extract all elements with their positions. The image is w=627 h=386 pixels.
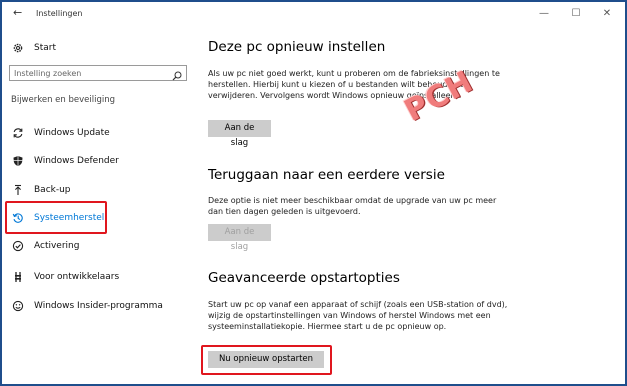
sidebar-item-label: Voor ontwikkelaars [34,272,120,282]
check-circle-icon [11,239,25,253]
back-arrow-icon[interactable]: ← [13,6,22,19]
title-bar: ← Instellingen — ☐ ✕ [3,3,622,25]
sidebar-item-activering[interactable]: Activering [11,237,79,255]
shield-icon [11,154,25,168]
smiley-icon [11,299,25,313]
section-label: Bijwerken en beveiliging [11,95,115,105]
gear-icon [11,41,25,55]
section-text-advanced-startup: Start uw pc op vanaf een apparaat of sch… [208,300,508,331]
sidebar-item-back-up[interactable]: Back-up [11,181,71,199]
sidebar-item-label: Windows Defender [34,156,119,166]
sidebar-item-label: Windows Insider-programma [34,301,163,311]
section-text-go-back: Deze optie is niet meer beschikbaar omda… [208,196,497,216]
section-heading-advanced-startup: Geavanceerde opstartopties [208,270,400,286]
highlight-box-restart [201,345,332,375]
main-content: Deze pc opnieuw instellen Als uw pc niet… [201,25,622,381]
sidebar-item-label: Windows Update [34,128,110,138]
section-heading-go-back: Teruggaan naar een eerdere versie [208,167,445,183]
section-heading-reset: Deze pc opnieuw instellen [208,39,386,55]
sidebar: Start Bijwerken en beveiliging Windows U… [3,25,196,381]
sidebar-item-label: Start [34,43,56,53]
search-box [9,65,187,81]
sidebar-item-voor-ontwikkelaars[interactable]: Voor ontwikkelaars [11,268,119,286]
maximize-button[interactable]: ☐ [564,6,588,22]
reset-pc-start-button[interactable]: Aan de slag [208,120,271,148]
search-input[interactable] [10,66,172,80]
search-icon[interactable] [171,67,183,81]
settings-window: ← Instellingen — ☐ ✕ Start Bijwerken en … [3,3,622,381]
highlight-box-systeemherstel [5,201,107,234]
developer-tools-icon [11,270,25,284]
minimize-button[interactable]: — [532,6,556,22]
sidebar-item-windows-update[interactable]: Windows Update [11,124,110,142]
sidebar-item-label: Activering [34,241,80,251]
backup-arrow-icon [11,183,25,197]
window-title: Instellingen [36,9,83,18]
sidebar-item-start[interactable]: Start [11,39,56,57]
close-button[interactable]: ✕ [595,6,619,22]
sync-icon [11,126,25,140]
sidebar-item-windows-defender[interactable]: Windows Defender [11,152,119,170]
go-back-start-button[interactable]: Aan de slag [208,224,271,252]
sidebar-item-label: Back-up [34,185,71,195]
sidebar-item-windows-insider-programma[interactable]: Windows Insider-programma [11,297,163,315]
